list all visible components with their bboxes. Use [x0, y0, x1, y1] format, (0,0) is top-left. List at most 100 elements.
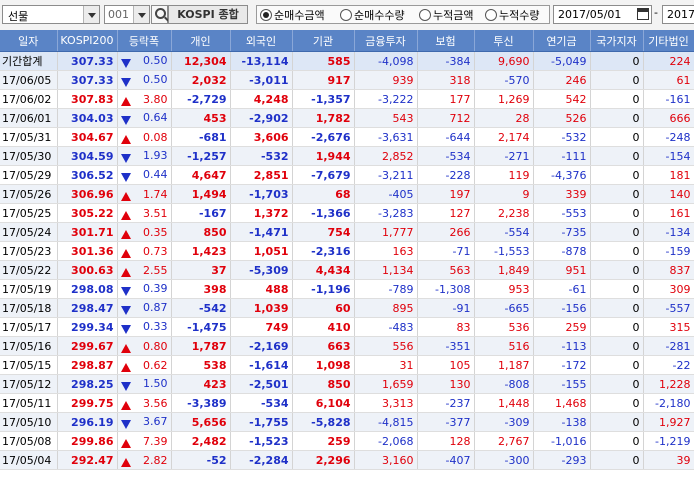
- table-row[interactable]: 17/05/12 298.25 1.50 423 -2,501 850 1,659 130 -8…: [0, 374, 694, 394]
- cell-individual: -542: [171, 298, 231, 318]
- table-row[interactable]: 17/05/24 301.71 0.35 850 -1,471 754 1,777 266 -5…: [0, 222, 694, 242]
- col-header-individual[interactable]: 개인: [171, 30, 231, 52]
- chevron-down-icon[interactable]: [133, 6, 149, 23]
- cell-financial-investment: 3,160: [354, 450, 418, 470]
- cell-institution: 585: [292, 51, 355, 71]
- cell-kospi200: 306.96: [57, 184, 118, 204]
- cell-other-corp: 315: [643, 317, 694, 337]
- cell-government: 0: [590, 260, 644, 280]
- cell-date: 기간합계: [0, 51, 58, 71]
- cell-institution: -1,196: [292, 279, 355, 299]
- total-row[interactable]: 기간합계 307.33 0.50 12,304 -13,114 585 -4,098 -384…: [0, 51, 694, 71]
- table-row[interactable]: 17/05/22 300.63 2.55 37 -5,309 4,434 1,134 563 1…: [0, 260, 694, 280]
- cell-kospi200: 299.75: [57, 393, 118, 413]
- change-value: 0.50: [143, 54, 168, 67]
- cell-government: 0: [590, 374, 644, 394]
- triangle-up-icon: [120, 248, 131, 258]
- cell-date: 17/05/17: [0, 317, 58, 337]
- change-value: 0.64: [143, 111, 168, 124]
- change-value: 7.39: [143, 434, 168, 448]
- cell-kospi200: 301.71: [57, 222, 118, 242]
- col-header-government[interactable]: 국가지자: [590, 30, 644, 52]
- col-header-investment-trust[interactable]: 투신: [474, 30, 534, 52]
- change-value: 0.08: [143, 130, 168, 144]
- table-row[interactable]: 17/05/23 301.36 0.73 1,423 1,051 -2,316 163 -71…: [0, 241, 694, 261]
- table-row[interactable]: 17/05/10 296.19 3.67 5,656 -1,755 -5,828 -4,81…: [0, 412, 694, 432]
- table-row[interactable]: 17/05/25 305.22 3.51 -167 1,372 -1,366 -3,283 1…: [0, 203, 694, 223]
- market-select[interactable]: 선물: [2, 5, 100, 24]
- cell-change: 0.50: [117, 51, 172, 71]
- table-row[interactable]: 17/05/29 306.52 0.44 4,647 2,851 -7,679 -3,211…: [0, 165, 694, 185]
- col-header-change[interactable]: 등락폭: [117, 30, 172, 52]
- search-button[interactable]: [151, 5, 168, 24]
- cell-foreign: -2,501: [230, 374, 293, 394]
- index-code-select[interactable]: 001: [104, 5, 150, 24]
- change-value: 1.50: [143, 377, 168, 390]
- change-value: 1.74: [143, 187, 168, 201]
- radio-cumulative-volume[interactable]: 누적수량: [485, 7, 539, 23]
- triangle-down-icon: [120, 382, 131, 391]
- end-date-field[interactable]: 2017: [662, 5, 694, 24]
- table-row[interactable]: 17/06/02 307.83 3.80 -2,729 4,248 -1,357 -3,22…: [0, 89, 694, 109]
- change-value: 0.44: [143, 168, 168, 181]
- table-row[interactable]: 17/05/11 299.75 3.56 -3,389 -534 6,104 3,313 -2…: [0, 393, 694, 413]
- table-row[interactable]: 17/05/31 304.67 0.08 -681 3,606 -2,676 -3,631-…: [0, 127, 694, 147]
- col-header-insurance[interactable]: 보험: [417, 30, 475, 52]
- cell-kospi200: 305.22: [57, 203, 118, 223]
- table-row[interactable]: 17/05/18 298.47 0.87 -542 1,039 60 895 -91 -665-…: [0, 298, 694, 318]
- cell-institution: 2,296: [292, 450, 355, 470]
- cell-insurance: 83: [417, 317, 475, 337]
- cell-institution: 1,782: [292, 108, 355, 128]
- cell-institution: 68: [292, 184, 355, 204]
- col-header-date[interactable]: 일자: [0, 30, 58, 52]
- investor-grid[interactable]: 일자 KOSPI200 등락폭 개인 외국인 기관 금융투자 보험 투신 연기금…: [0, 30, 694, 496]
- chevron-down-icon[interactable]: [83, 6, 99, 23]
- change-value: 0.62: [143, 358, 168, 372]
- cell-kospi200: 304.67: [57, 127, 118, 147]
- table-row[interactable]: 17/05/04 292.47 2.82 -52 -2,284 2,296 3,160 -40…: [0, 450, 694, 470]
- cell-other-corp: 140: [643, 184, 694, 204]
- radio-net-buy-amount[interactable]: 순매수금액: [260, 7, 325, 23]
- table-row[interactable]: 17/05/30 304.59 1.93 -1,257 -532 1,944 2,852 -5…: [0, 146, 694, 166]
- col-header-foreign[interactable]: 외국인: [230, 30, 293, 52]
- cell-institution: 1,944: [292, 146, 355, 166]
- table-row[interactable]: 17/05/17 299.34 0.33 -1,475 749 410 -483 83 536 2…: [0, 317, 694, 337]
- col-header-kospi200[interactable]: KOSPI200: [57, 30, 118, 52]
- cell-pension: -172: [533, 355, 591, 375]
- table-row[interactable]: 17/05/19 298.08 0.39 398 488 -1,196 -789 -1,308…: [0, 279, 694, 299]
- cell-date: 17/05/24: [0, 222, 58, 242]
- cell-foreign: 2,851: [230, 165, 293, 185]
- col-header-financial-investment[interactable]: 금융투자: [354, 30, 418, 52]
- calendar-icon[interactable]: [637, 8, 649, 20]
- cell-change: 3.67: [117, 412, 172, 432]
- change-value: 0.39: [143, 282, 168, 295]
- start-date-field[interactable]: 2017/05/01: [553, 5, 652, 24]
- cell-government: 0: [590, 184, 644, 204]
- cell-pension: 246: [533, 70, 591, 90]
- cell-individual: -167: [171, 203, 231, 223]
- col-header-other-corp[interactable]: 기타법인: [643, 30, 694, 52]
- cell-date: 17/05/25: [0, 203, 58, 223]
- cell-financial-investment: 556: [354, 336, 418, 356]
- table-row[interactable]: 17/06/01 304.03 0.64 453 -2,902 1,782 543 712 28…: [0, 108, 694, 128]
- col-header-pension[interactable]: 연기금: [533, 30, 591, 52]
- table-row[interactable]: 17/05/16 299.67 0.80 1,787 -2,169 663 556 -351 5…: [0, 336, 694, 356]
- table-row[interactable]: 17/05/15 298.87 0.62 538 -1,614 1,098 31 105 1,1…: [0, 355, 694, 375]
- radio-net-buy-volume[interactable]: 순매수수량: [340, 7, 405, 23]
- cell-insurance: -534: [417, 146, 475, 166]
- cell-kospi200: 298.47: [57, 298, 118, 318]
- col-header-institution[interactable]: 기관: [292, 30, 355, 52]
- change-value: 0.87: [143, 301, 168, 314]
- cell-insurance: -237: [417, 393, 475, 413]
- cell-kospi200: 296.19: [57, 412, 118, 432]
- start-date-value: 2017/05/01: [558, 8, 622, 21]
- cell-investment-trust: 119: [474, 165, 534, 185]
- table-row[interactable]: 17/06/05 307.33 0.50 2,032 -3,011 917 939 318 -5…: [0, 70, 694, 90]
- cell-institution: 850: [292, 374, 355, 394]
- radio-cumulative-amount[interactable]: 누적금액: [419, 7, 473, 23]
- table-row[interactable]: 17/05/26 306.96 1.74 1,494 -1,703 68 -405 197 9 3…: [0, 184, 694, 204]
- table-row[interactable]: 17/05/08 299.86 7.39 2,482 -1,523 259 -2,068 12…: [0, 431, 694, 451]
- cell-foreign: 749: [230, 317, 293, 337]
- cell-government: 0: [590, 317, 644, 337]
- cell-change: 0.33: [117, 317, 172, 337]
